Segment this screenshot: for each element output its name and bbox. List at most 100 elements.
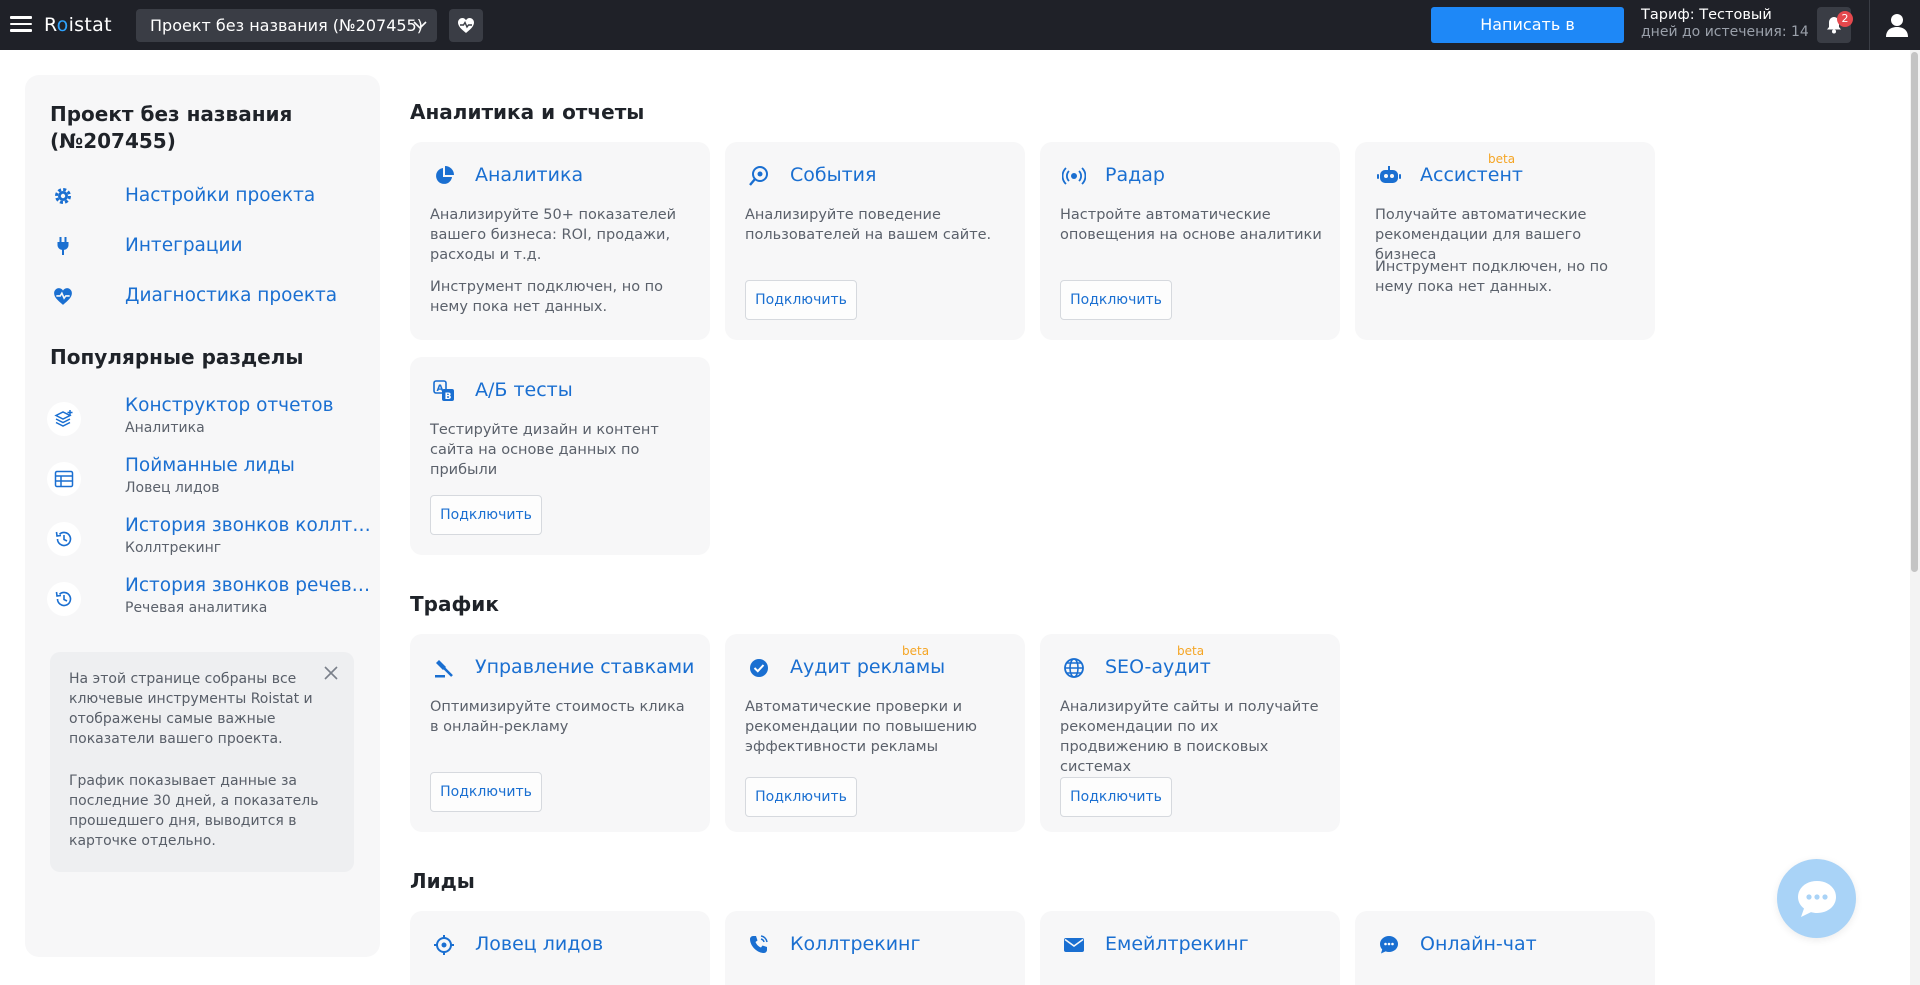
target-icon bbox=[430, 931, 458, 959]
check-badge-icon bbox=[745, 654, 773, 682]
project-selector[interactable]: Проект без названия (№207455) bbox=[136, 9, 437, 42]
ab-test-icon: AB bbox=[430, 377, 458, 405]
card-description: Получайте автоматические рекомендации дл… bbox=[1375, 207, 1587, 263]
layers-icon bbox=[47, 402, 81, 436]
project-selector-label: Проект без названия (№207455) bbox=[150, 16, 423, 35]
card-description: Тестируйте дизайн и контент сайта на осн… bbox=[430, 422, 659, 478]
card-online-chat: Онлайн-чат bbox=[1355, 911, 1655, 985]
section-title-traffic: Трафик bbox=[410, 592, 499, 616]
card-seo-audit: SEO-аудит beta Анализируйте сайты и полу… bbox=[1040, 634, 1340, 832]
card-title[interactable]: Емейлтрекинг bbox=[1105, 933, 1249, 955]
radar-icon bbox=[1060, 162, 1088, 190]
plug-icon bbox=[47, 230, 79, 262]
card-title[interactable]: События bbox=[790, 164, 876, 186]
sidebar-item-diagnostics[interactable]: Диагностика проекта bbox=[47, 278, 367, 314]
card-title[interactable]: Онлайн-чат bbox=[1420, 933, 1537, 955]
card-title[interactable]: А/Б тесты bbox=[475, 379, 573, 401]
card-bid-management: Управление ставками Оптимизируйте стоимо… bbox=[410, 634, 710, 832]
card-title[interactable]: Ловец лидов bbox=[475, 933, 603, 955]
top-bar: Roistat Проект без названия (№207455) На… bbox=[0, 0, 1920, 70]
sidebar-item-integrations[interactable]: Интеграции bbox=[47, 228, 367, 264]
popular-item-sub: Коллтрекинг bbox=[125, 540, 222, 556]
scrollbar-thumb[interactable] bbox=[1911, 52, 1918, 572]
sidebar-item-label: Настройки проекта bbox=[125, 185, 316, 206]
connect-button[interactable]: Подключить bbox=[1060, 280, 1172, 320]
connect-button[interactable]: Подключить bbox=[430, 772, 542, 812]
popular-item-label: История звонков коллтрекинга bbox=[125, 515, 375, 536]
phone-icon bbox=[745, 931, 773, 959]
user-menu-button[interactable] bbox=[1882, 10, 1912, 40]
chat-widget-button[interactable] bbox=[1777, 859, 1856, 938]
card-analytics: Аналитика Анализируйте 50+ показателей в… bbox=[410, 142, 710, 340]
card-radar: Радар Настройте автоматические оповещени… bbox=[1040, 142, 1340, 340]
popular-item-sub: Аналитика bbox=[125, 420, 205, 436]
popular-item-report-builder[interactable]: Конструктор отчетов Аналитика bbox=[47, 395, 367, 443]
chat-bubble-icon bbox=[1375, 931, 1403, 959]
card-lead-catcher: Ловец лидов bbox=[410, 911, 710, 985]
popular-item-speech-history[interactable]: История звонков речевой аналитики Речева… bbox=[47, 575, 375, 623]
connect-button[interactable]: Подключить bbox=[745, 777, 857, 817]
card-description: Оптимизируйте стоимость клика в онлайн-р… bbox=[430, 699, 685, 735]
tariff-label: Тариф: Тестовый bbox=[1641, 7, 1772, 23]
logo-text-accent: o bbox=[56, 14, 69, 36]
info-note: На этой странице собраны все ключевые ин… bbox=[50, 652, 354, 872]
card-assistant: Ассистент beta Получайте автоматические … bbox=[1355, 142, 1655, 340]
card-description: Анализируйте поведение пользователей на … bbox=[745, 207, 992, 243]
popular-item-caught-leads[interactable]: Пойманные лиды Ловец лидов bbox=[47, 455, 367, 503]
card-title[interactable]: SEO-аудит bbox=[1105, 656, 1211, 678]
section-title-leads: Лиды bbox=[410, 869, 475, 893]
section-title-analytics: Аналитика и отчеты bbox=[410, 100, 645, 124]
sidebar: Проект без названия (№207455) Настройки … bbox=[25, 75, 380, 957]
sidebar-item-label: Диагностика проекта bbox=[125, 285, 338, 306]
support-button[interactable]: Написать в поддержку bbox=[1431, 7, 1624, 70]
beta-badge: beta bbox=[1177, 644, 1205, 658]
notifications-badge: 2 bbox=[1837, 11, 1853, 27]
connect-button[interactable]: Подключить bbox=[1060, 777, 1172, 817]
sidebar-project-title: Проект без названия (№207455) bbox=[50, 102, 293, 153]
history-icon bbox=[47, 582, 81, 616]
connect-button[interactable]: Подключить bbox=[745, 280, 857, 320]
svg-text:B: B bbox=[445, 392, 452, 402]
notifications-button[interactable]: 2 bbox=[1817, 7, 1853, 43]
connect-button[interactable]: Подключить bbox=[430, 495, 542, 535]
events-icon bbox=[745, 162, 773, 190]
logo-text-end: istat bbox=[68, 14, 112, 36]
card-title[interactable]: Аудит рекламы bbox=[790, 656, 945, 678]
sidebar-item-label: Интеграции bbox=[125, 235, 243, 256]
popular-item-label: Пойманные лиды bbox=[125, 455, 295, 476]
popular-sections-title: Популярные разделы bbox=[50, 345, 304, 369]
card-title[interactable]: Управление ставками bbox=[475, 656, 694, 678]
card-title[interactable]: Ассистент bbox=[1420, 164, 1523, 186]
popular-item-sub: Речевая аналитика bbox=[125, 600, 268, 616]
logo[interactable]: Roistat bbox=[44, 14, 112, 36]
card-ab-tests: AB А/Б тесты Тестируйте дизайн и контент… bbox=[410, 357, 710, 555]
beta-badge: beta bbox=[1488, 152, 1516, 166]
gavel-icon bbox=[430, 654, 458, 682]
card-title[interactable]: Аналитика bbox=[475, 164, 583, 186]
card-title[interactable]: Радар bbox=[1105, 164, 1165, 186]
tariff-info[interactable]: Тариф: Тестовый дней до истечения: 14 bbox=[1641, 7, 1809, 41]
info-note-text-1: На этой странице собраны все ключевые ин… bbox=[69, 671, 313, 747]
topbar-divider bbox=[1869, 0, 1870, 50]
history-icon bbox=[47, 522, 81, 556]
popular-item-sub: Ловец лидов bbox=[125, 480, 220, 496]
popular-item-label: История звонков речевой аналитики bbox=[125, 575, 375, 596]
card-description: Автоматические проверки и рекомендации п… bbox=[745, 699, 977, 755]
card-emailtracking: Емейлтрекинг bbox=[1040, 911, 1340, 985]
beta-badge: beta bbox=[902, 644, 930, 658]
table-icon bbox=[47, 462, 81, 496]
info-note-text-2: График показывает данные за последние 30… bbox=[69, 773, 319, 849]
card-title[interactable]: Коллтрекинг bbox=[790, 933, 920, 955]
project-health-button[interactable] bbox=[449, 9, 483, 42]
popular-item-call-history[interactable]: История звонков коллтрекинга Коллтрекинг bbox=[47, 515, 375, 563]
menu-icon[interactable] bbox=[10, 13, 32, 35]
card-status: Инструмент подключен, но по нему пока не… bbox=[1375, 259, 1609, 295]
chevron-down-icon bbox=[413, 21, 427, 30]
mail-icon bbox=[1060, 931, 1088, 959]
heart-pulse-icon bbox=[47, 280, 79, 312]
user-icon bbox=[1886, 14, 1908, 37]
popular-item-label: Конструктор отчетов bbox=[125, 395, 334, 416]
robot-icon bbox=[1375, 162, 1403, 190]
card-description: Анализируйте сайты и получайте рекоменда… bbox=[1060, 699, 1319, 775]
sidebar-item-project-settings[interactable]: Настройки проекта bbox=[47, 178, 367, 214]
